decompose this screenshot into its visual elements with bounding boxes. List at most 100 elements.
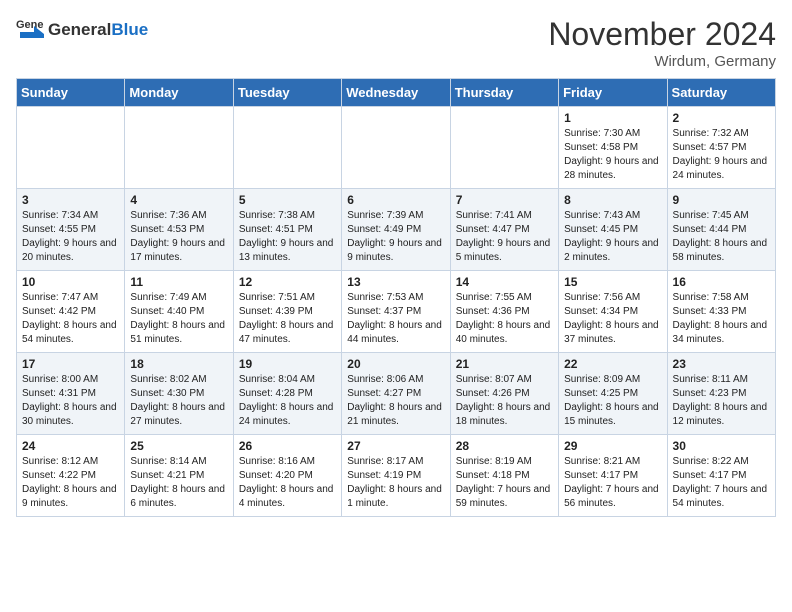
day-number: 13 [347, 275, 444, 289]
day-number: 27 [347, 439, 444, 453]
week-row-1: 1 Sunrise: 7:30 AM Sunset: 4:58 PM Daylig… [17, 107, 776, 189]
week-row-4: 17 Sunrise: 8:00 AM Sunset: 4:31 PM Dayli… [17, 353, 776, 435]
calendar-header: SundayMondayTuesdayWednesdayThursdayFrid… [17, 79, 776, 107]
day-cell: 26 Sunrise: 8:16 AM Sunset: 4:20 PM Dayli… [233, 435, 341, 517]
week-row-3: 10 Sunrise: 7:47 AM Sunset: 4:42 PM Dayli… [17, 271, 776, 353]
logo-text: GeneralBlue [48, 20, 148, 40]
day-cell: 2 Sunrise: 7:32 AM Sunset: 4:57 PM Daylig… [667, 107, 775, 189]
day-info: Sunrise: 7:39 AM Sunset: 4:49 PM Dayligh… [347, 209, 444, 265]
day-number: 25 [130, 439, 227, 453]
day-cell: 30Sunrise: 8:22 AM Sunset: 4:17 PM Dayli… [667, 435, 775, 517]
svg-text:General: General [16, 19, 44, 31]
day-info: Sunrise: 7:43 AM Sunset: 4:45 PM Dayligh… [564, 209, 661, 265]
day-cell: 11 Sunrise: 7:49 AM Sunset: 4:40 PM Dayli… [125, 271, 233, 353]
day-info: Sunrise: 8:21 AM Sunset: 4:17 PM Dayligh… [564, 455, 661, 511]
day-cell [125, 107, 233, 189]
day-cell: 9 Sunrise: 7:45 AM Sunset: 4:44 PM Daylig… [667, 189, 775, 271]
day-info: Sunrise: 8:07 AM Sunset: 4:26 PM Dayligh… [456, 373, 553, 429]
day-info: Sunrise: 7:41 AM Sunset: 4:47 PM Dayligh… [456, 209, 553, 265]
day-cell [17, 107, 125, 189]
day-cell: 7 Sunrise: 7:41 AM Sunset: 4:47 PM Daylig… [450, 189, 558, 271]
day-info: Sunrise: 7:56 AM Sunset: 4:34 PM Dayligh… [564, 291, 661, 347]
calendar-body: 1 Sunrise: 7:30 AM Sunset: 4:58 PM Daylig… [17, 107, 776, 517]
day-cell: 21 Sunrise: 8:07 AM Sunset: 4:26 PM Dayli… [450, 353, 558, 435]
day-number: 18 [130, 357, 227, 371]
day-number: 15 [564, 275, 661, 289]
day-cell: 18 Sunrise: 8:02 AM Sunset: 4:30 PM Dayli… [125, 353, 233, 435]
day-number: 10 [22, 275, 119, 289]
day-cell [342, 107, 450, 189]
day-cell: 29 Sunrise: 8:21 AM Sunset: 4:17 PM Dayli… [559, 435, 667, 517]
day-cell: 20Sunrise: 8:06 AM Sunset: 4:27 PM Dayli… [342, 353, 450, 435]
day-cell: 14Sunrise: 7:55 AM Sunset: 4:36 PM Dayli… [450, 271, 558, 353]
day-number: 12 [239, 275, 336, 289]
day-info: Sunrise: 7:47 AM Sunset: 4:42 PM Dayligh… [22, 291, 119, 347]
day-number: 11 [130, 275, 227, 289]
day-number: 9 [673, 193, 770, 207]
header: General GeneralBlue November 2024 Wirdum… [16, 16, 776, 70]
day-cell: 4Sunrise: 7:36 AM Sunset: 4:53 PM Daylig… [125, 189, 233, 271]
logo: General GeneralBlue [16, 16, 148, 44]
day-cell: 5 Sunrise: 7:38 AM Sunset: 4:51 PM Daylig… [233, 189, 341, 271]
day-number: 19 [239, 357, 336, 371]
day-info: Sunrise: 7:55 AM Sunset: 4:36 PM Dayligh… [456, 291, 553, 347]
day-number: 23 [673, 357, 770, 371]
day-cell: 23 Sunrise: 8:11 AM Sunset: 4:23 PM Dayli… [667, 353, 775, 435]
day-header-wednesday: Wednesday [342, 79, 450, 107]
day-info: Sunrise: 8:16 AM Sunset: 4:20 PM Dayligh… [239, 455, 336, 511]
day-number: 6 [347, 193, 444, 207]
day-cell: 12 Sunrise: 7:51 AM Sunset: 4:39 PM Dayli… [233, 271, 341, 353]
day-number: 22 [564, 357, 661, 371]
day-info: Sunrise: 8:22 AM Sunset: 4:17 PM Dayligh… [673, 455, 770, 511]
day-cell [450, 107, 558, 189]
day-cell: 8 Sunrise: 7:43 AM Sunset: 4:45 PM Daylig… [559, 189, 667, 271]
day-number: 29 [564, 439, 661, 453]
day-cell: 3 Sunrise: 7:34 AM Sunset: 4:55 PM Daylig… [17, 189, 125, 271]
day-cell: 28Sunrise: 8:19 AM Sunset: 4:18 PM Dayli… [450, 435, 558, 517]
day-number: 17 [22, 357, 119, 371]
day-info: Sunrise: 7:53 AM Sunset: 4:37 PM Dayligh… [347, 291, 444, 347]
day-info: Sunrise: 7:38 AM Sunset: 4:51 PM Dayligh… [239, 209, 336, 265]
day-info: Sunrise: 8:02 AM Sunset: 4:30 PM Dayligh… [130, 373, 227, 429]
day-info: Sunrise: 8:11 AM Sunset: 4:23 PM Dayligh… [673, 373, 770, 429]
day-cell: 19 Sunrise: 8:04 AM Sunset: 4:28 PM Dayli… [233, 353, 341, 435]
day-number: 7 [456, 193, 553, 207]
day-info: Sunrise: 8:09 AM Sunset: 4:25 PM Dayligh… [564, 373, 661, 429]
day-info: Sunrise: 7:30 AM Sunset: 4:58 PM Dayligh… [564, 127, 661, 183]
day-number: 2 [673, 111, 770, 125]
calendar-table: SundayMondayTuesdayWednesdayThursdayFrid… [16, 78, 776, 517]
day-header-saturday: Saturday [667, 79, 775, 107]
day-number: 26 [239, 439, 336, 453]
day-cell: 13 Sunrise: 7:53 AM Sunset: 4:37 PM Dayli… [342, 271, 450, 353]
day-cell: 15 Sunrise: 7:56 AM Sunset: 4:34 PM Dayli… [559, 271, 667, 353]
day-header-monday: Monday [125, 79, 233, 107]
day-info: Sunrise: 7:49 AM Sunset: 4:40 PM Dayligh… [130, 291, 227, 347]
day-info: Sunrise: 7:45 AM Sunset: 4:44 PM Dayligh… [673, 209, 770, 265]
day-cell [233, 107, 341, 189]
day-info: Sunrise: 8:12 AM Sunset: 4:22 PM Dayligh… [22, 455, 119, 511]
day-info: Sunrise: 8:00 AM Sunset: 4:31 PM Dayligh… [22, 373, 119, 429]
day-info: Sunrise: 7:32 AM Sunset: 4:57 PM Dayligh… [673, 127, 770, 183]
day-number: 5 [239, 193, 336, 207]
day-cell: 1 Sunrise: 7:30 AM Sunset: 4:58 PM Daylig… [559, 107, 667, 189]
day-cell: 6 Sunrise: 7:39 AM Sunset: 4:49 PM Daylig… [342, 189, 450, 271]
day-cell: 17 Sunrise: 8:00 AM Sunset: 4:31 PM Dayli… [17, 353, 125, 435]
day-header-sunday: Sunday [17, 79, 125, 107]
day-cell: 10 Sunrise: 7:47 AM Sunset: 4:42 PM Dayli… [17, 271, 125, 353]
day-number: 21 [456, 357, 553, 371]
day-info: Sunrise: 7:36 AM Sunset: 4:53 PM Dayligh… [130, 209, 227, 265]
day-number: 3 [22, 193, 119, 207]
day-cell: 27Sunrise: 8:17 AM Sunset: 4:19 PM Dayli… [342, 435, 450, 517]
title-area: November 2024 Wirdum, Germany [548, 16, 776, 70]
day-header-thursday: Thursday [450, 79, 558, 107]
day-info: Sunrise: 7:34 AM Sunset: 4:55 PM Dayligh… [22, 209, 119, 265]
day-info: Sunrise: 7:51 AM Sunset: 4:39 PM Dayligh… [239, 291, 336, 347]
day-info: Sunrise: 8:04 AM Sunset: 4:28 PM Dayligh… [239, 373, 336, 429]
day-number: 8 [564, 193, 661, 207]
day-info: Sunrise: 7:58 AM Sunset: 4:33 PM Dayligh… [673, 291, 770, 347]
day-number: 1 [564, 111, 661, 125]
day-info: Sunrise: 8:14 AM Sunset: 4:21 PM Dayligh… [130, 455, 227, 511]
week-row-2: 3 Sunrise: 7:34 AM Sunset: 4:55 PM Daylig… [17, 189, 776, 271]
logo-icon: General [16, 16, 44, 44]
day-header-friday: Friday [559, 79, 667, 107]
